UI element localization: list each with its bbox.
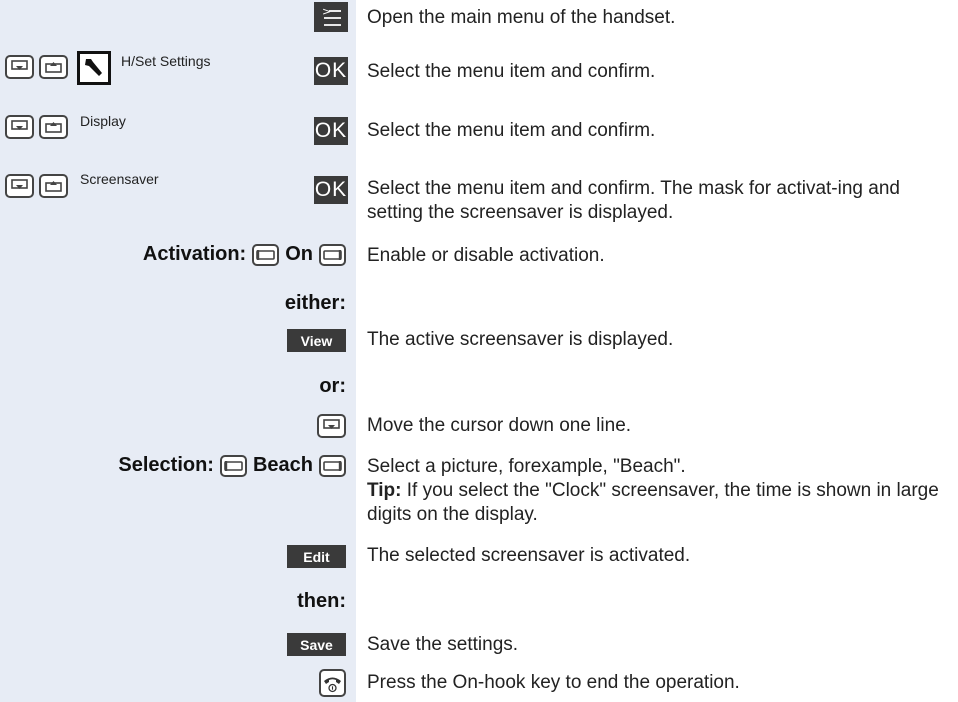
on-hook-key-icon[interactable] bbox=[319, 669, 346, 697]
edit-softkey[interactable]: Edit bbox=[287, 545, 346, 568]
activation-label: Activation: bbox=[142, 243, 247, 265]
menu-key-icon[interactable]: > bbox=[314, 2, 348, 32]
onhook-description: Press the On-hook key to end the operati… bbox=[367, 672, 740, 693]
or-label: or: bbox=[319, 375, 346, 397]
menu-description: Open the main menu of the handset. bbox=[367, 7, 676, 28]
down-arrow-key-icon[interactable] bbox=[5, 55, 34, 79]
left-softkey-icon[interactable] bbox=[252, 243, 280, 266]
tip-text: Tip: If you select the "Clock" screensav… bbox=[367, 479, 952, 527]
right-softkey-icon[interactable] bbox=[319, 243, 346, 266]
display-description: Select the menu item and confirm. bbox=[367, 120, 656, 141]
down-arrow-key-icon[interactable] bbox=[5, 115, 34, 139]
selection-value: Beach bbox=[252, 454, 313, 476]
menu-item-screensaver: Screensaver bbox=[80, 171, 159, 187]
selection-control: Selection: Beach bbox=[118, 454, 346, 477]
selection-label: Selection: bbox=[118, 454, 214, 476]
hset-description: Select the menu item and confirm. bbox=[367, 61, 656, 82]
activation-description: Enable or disable activation. bbox=[367, 245, 605, 266]
tip-body: If you select the "Clock" screensaver, t… bbox=[367, 480, 939, 525]
selection-text: Select a picture, forexample, "Beach". bbox=[367, 456, 686, 477]
up-arrow-key-icon[interactable] bbox=[39, 55, 68, 79]
view-softkey[interactable]: View bbox=[287, 329, 346, 352]
ok-button[interactable]: OK bbox=[314, 176, 348, 204]
ok-button[interactable]: OK bbox=[314, 117, 348, 145]
selection-description: Select a picture, forexample, "Beach". T… bbox=[367, 455, 952, 527]
either-label: either: bbox=[284, 292, 346, 314]
activation-control: Activation: On bbox=[143, 243, 346, 266]
right-softkey-icon[interactable] bbox=[319, 454, 346, 477]
up-arrow-key-icon[interactable] bbox=[39, 174, 68, 198]
left-softkey-icon[interactable] bbox=[219, 454, 247, 477]
view-description: The active screensaver is displayed. bbox=[367, 329, 674, 350]
save-description: Save the settings. bbox=[367, 634, 519, 655]
save-softkey[interactable]: Save bbox=[287, 633, 346, 656]
down-arrow-key-icon[interactable] bbox=[5, 174, 34, 198]
then-label: then: bbox=[297, 590, 346, 612]
up-arrow-key-icon[interactable] bbox=[39, 115, 68, 139]
tip-label: Tip: bbox=[367, 480, 402, 501]
cursor-description: Move the cursor down one line. bbox=[367, 415, 632, 436]
screensaver-description: Select the menu item and confirm. The ma… bbox=[367, 178, 900, 223]
ok-button[interactable]: OK bbox=[314, 57, 348, 85]
menu-item-display: Display bbox=[80, 113, 126, 129]
down-arrow-key-icon[interactable] bbox=[317, 414, 346, 438]
menu-item-hset-settings: H/Set Settings bbox=[121, 53, 211, 69]
wrench-icon bbox=[77, 51, 111, 85]
activation-value: On bbox=[285, 243, 313, 265]
edit-description: The selected screensaver is activated. bbox=[367, 545, 691, 566]
